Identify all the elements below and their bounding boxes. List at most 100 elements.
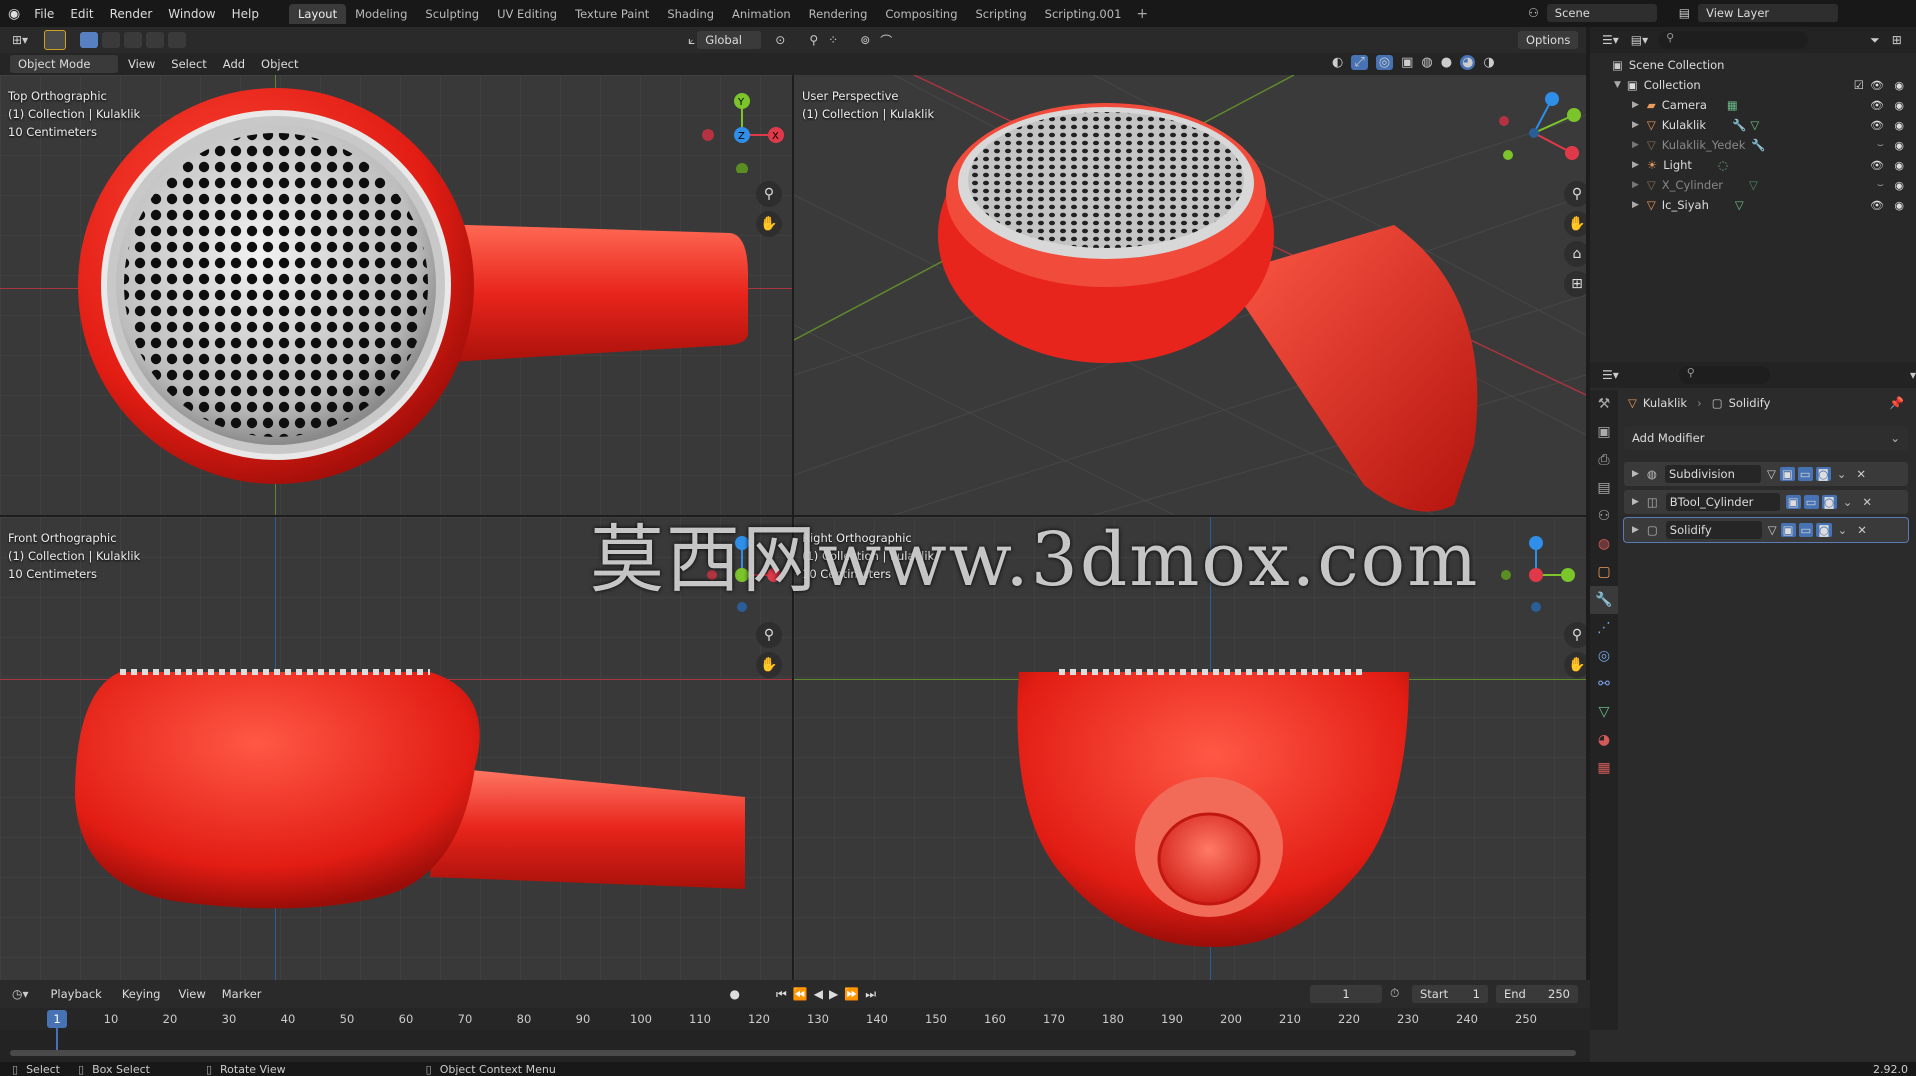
zoom-icon[interactable]: ⚲ [756,622,782,648]
pan-hand-icon[interactable]: ✋ [1564,652,1586,678]
render-tab-icon[interactable]: ▣ [1590,418,1618,446]
view-layer-icon[interactable]: ▤ [1679,6,1690,20]
outliner-row-x-cylinder[interactable]: ▶ ▽ X_Cylinder ▽ ⌣ ◉ [1590,175,1916,195]
timeline-editor-icon[interactable]: ◷▾ [12,987,29,1001]
camera-render-icon[interactable]: ◉ [1894,159,1904,172]
cage-toggle-icon[interactable]: ▣ [1785,495,1801,509]
viewport-menu-view[interactable]: View [120,57,163,71]
material-tab-icon[interactable]: ◕ [1590,726,1618,754]
viewport-top[interactable]: Top Orthographic (1) Collection | Kulakl… [0,75,792,515]
outliner-row-light[interactable]: ▶ ☀ Light ◌ 👁 ◉ [1590,155,1916,175]
camera-view-icon[interactable]: ⌂ [1564,241,1586,267]
expand-arrow-icon[interactable]: ▶ [1632,160,1639,170]
view-layer-selector[interactable]: View Layer [1698,4,1839,22]
select-tool-icon[interactable] [44,30,67,50]
pivot-icon[interactable]: ⊙ [775,33,785,47]
play-reverse-icon[interactable]: ◀ [814,987,823,1001]
jump-start-icon[interactable]: ⏮ [776,987,787,1002]
tab-shading[interactable]: Shading [658,4,723,24]
object-mode-dropdown[interactable]: Object Mode [10,55,118,73]
tab-scripting[interactable]: Scripting [967,4,1036,24]
playhead[interactable]: 1 [47,1010,67,1028]
output-tab-icon[interactable]: ⎙ [1590,446,1618,474]
expand-arrow-icon[interactable]: ▶ [1632,200,1639,210]
overlay-toggle-icon[interactable]: ◎ [1375,55,1394,70]
viewport-toggle-icon[interactable]: ▭ [1803,495,1819,509]
world-tab-icon[interactable]: ◍ [1590,530,1618,558]
expand-arrow-icon[interactable]: ▶ [1632,497,1639,507]
render-toggle-icon[interactable]: ◙ [1821,495,1837,509]
camera-render-icon[interactable]: ◉ [1894,139,1904,152]
modifier-tab-icon[interactable]: 🔧 [1590,586,1618,614]
editmode-toggle-icon[interactable]: ▽ [1767,467,1776,481]
close-icon[interactable]: ✕ [1862,495,1872,509]
outliner-row-kulaklik[interactable]: ▶ ▽ Kulaklik 🔧 ▽ 👁 ◉ [1590,115,1916,135]
gizmo-toggle-icon[interactable]: ⤢ [1351,55,1368,70]
play-icon[interactable]: ▶ [829,987,838,1001]
modifier-solidify[interactable]: ▶ ▢ Solidify ▽ ▣ ▭ ◙ ⌄ ✕ [1623,517,1909,543]
viewport-toggle-icon[interactable]: ▭ [1797,467,1813,481]
tab-texture-paint[interactable]: Texture Paint [566,4,658,24]
menu-edit[interactable]: Edit [62,7,101,21]
xray-icon[interactable]: ▣ [1401,55,1413,70]
object-tab-icon[interactable]: ▢ [1590,558,1618,586]
viewport-perspective[interactable]: User Perspective (1) Collection | Kulakl… [794,75,1586,515]
expand-arrow-icon[interactable]: ▶ [1632,100,1639,110]
expand-arrow-icon[interactable]: ▶ [1632,469,1639,479]
tab-scripting-001[interactable]: Scripting.001 [1036,4,1131,24]
modifier-name[interactable]: BTool_Cylinder [1665,493,1780,511]
viewport-menu-object[interactable]: Object [253,57,306,71]
solid-shading-icon[interactable]: ● [1441,55,1452,70]
pan-hand-icon[interactable]: ✋ [1564,211,1586,237]
transform-orientation-dropdown[interactable]: Global [697,31,762,49]
playback-dropdown[interactable]: Playback [43,985,110,1003]
tab-compositing[interactable]: Compositing [876,4,966,24]
add-modifier-dropdown[interactable]: Add Modifier ⌄ [1624,426,1908,450]
nav-gizmo-right[interactable] [1494,525,1584,615]
expand-arrow-icon[interactable]: ▶ [1632,525,1639,535]
outliner-row-ic-siyah[interactable]: ▶ ▽ Ic_Siyah ▽ 👁 ◉ [1590,195,1916,215]
menu-file[interactable]: File [26,7,62,21]
physics-tab-icon[interactable]: ◎ [1590,642,1618,670]
outliner-row-scene-collection[interactable]: ▣ Scene Collection [1590,55,1916,75]
nav-gizmo-perspective[interactable] [1494,85,1584,175]
viewport-menu-add[interactable]: Add [215,57,253,71]
modifier-subdivision[interactable]: ▶ ◍ Subdivision ▽ ▣ ▭ ◙ ⌄ ✕ [1624,462,1908,486]
close-icon[interactable]: ✕ [1856,467,1866,481]
camera-render-icon[interactable]: ◉ [1894,79,1904,92]
cage-toggle-icon[interactable]: ▣ [1779,467,1795,481]
scene-tab-icon[interactable]: ⚇ [1590,502,1618,530]
preview-range-icon[interactable]: ⏱ [1390,986,1399,1001]
nav-gizmo-top[interactable]: Y X Z [698,83,788,173]
close-icon[interactable]: ✕ [1857,523,1867,537]
expand-arrow-icon[interactable]: ▼ [1614,80,1621,90]
end-frame-field[interactable]: End 250 [1496,985,1578,1003]
visibility-icon[interactable]: ◐ [1332,55,1343,70]
particles-tab-icon[interactable]: ⋰ [1590,614,1618,642]
menu-help[interactable]: Help [224,7,267,21]
start-frame-field[interactable]: Start 1 [1412,985,1488,1003]
expand-arrow-icon[interactable]: ▶ [1632,180,1639,190]
eye-hidden-icon[interactable]: ⌣ [1877,138,1884,152]
tab-animation[interactable]: Animation [723,4,800,24]
jump-end-icon[interactable]: ⏭ [865,987,876,1002]
filter-icon[interactable]: ⏷ [1870,33,1880,48]
properties-editor-icon[interactable]: ☰▾ [1602,368,1619,382]
tool-tab-icon[interactable]: ⚒ [1590,390,1618,418]
ortho-toggle-icon[interactable]: ⊞ [1564,271,1586,297]
tab-rendering[interactable]: Rendering [800,4,877,24]
modifier-name[interactable]: Solidify [1665,521,1762,539]
record-icon[interactable]: ● [730,987,740,1001]
timeline-scrollbar[interactable] [10,1050,1576,1056]
modifier-name[interactable]: Subdivision [1664,465,1761,483]
chevron-down-icon[interactable]: ⌄ [1843,495,1853,509]
modifier-btool-cylinder[interactable]: ▶ ◫ BTool_Cylinder ▣ ▭ ◙ ⌄ ✕ [1624,490,1908,514]
zoom-icon[interactable]: ⚲ [756,181,782,207]
tab-modeling[interactable]: Modeling [346,4,416,24]
keying-dropdown[interactable]: Keying [114,985,169,1003]
snap-target-icon[interactable]: ⁘ [828,33,838,47]
select-mode-set-icon[interactable] [80,32,99,48]
outliner-row-collection[interactable]: ▼ ▣ Collection ☑ 👁 ◉ [1590,75,1916,95]
render-toggle-icon[interactable]: ◙ [1815,467,1831,481]
viewport-menu-select[interactable]: Select [163,57,214,71]
